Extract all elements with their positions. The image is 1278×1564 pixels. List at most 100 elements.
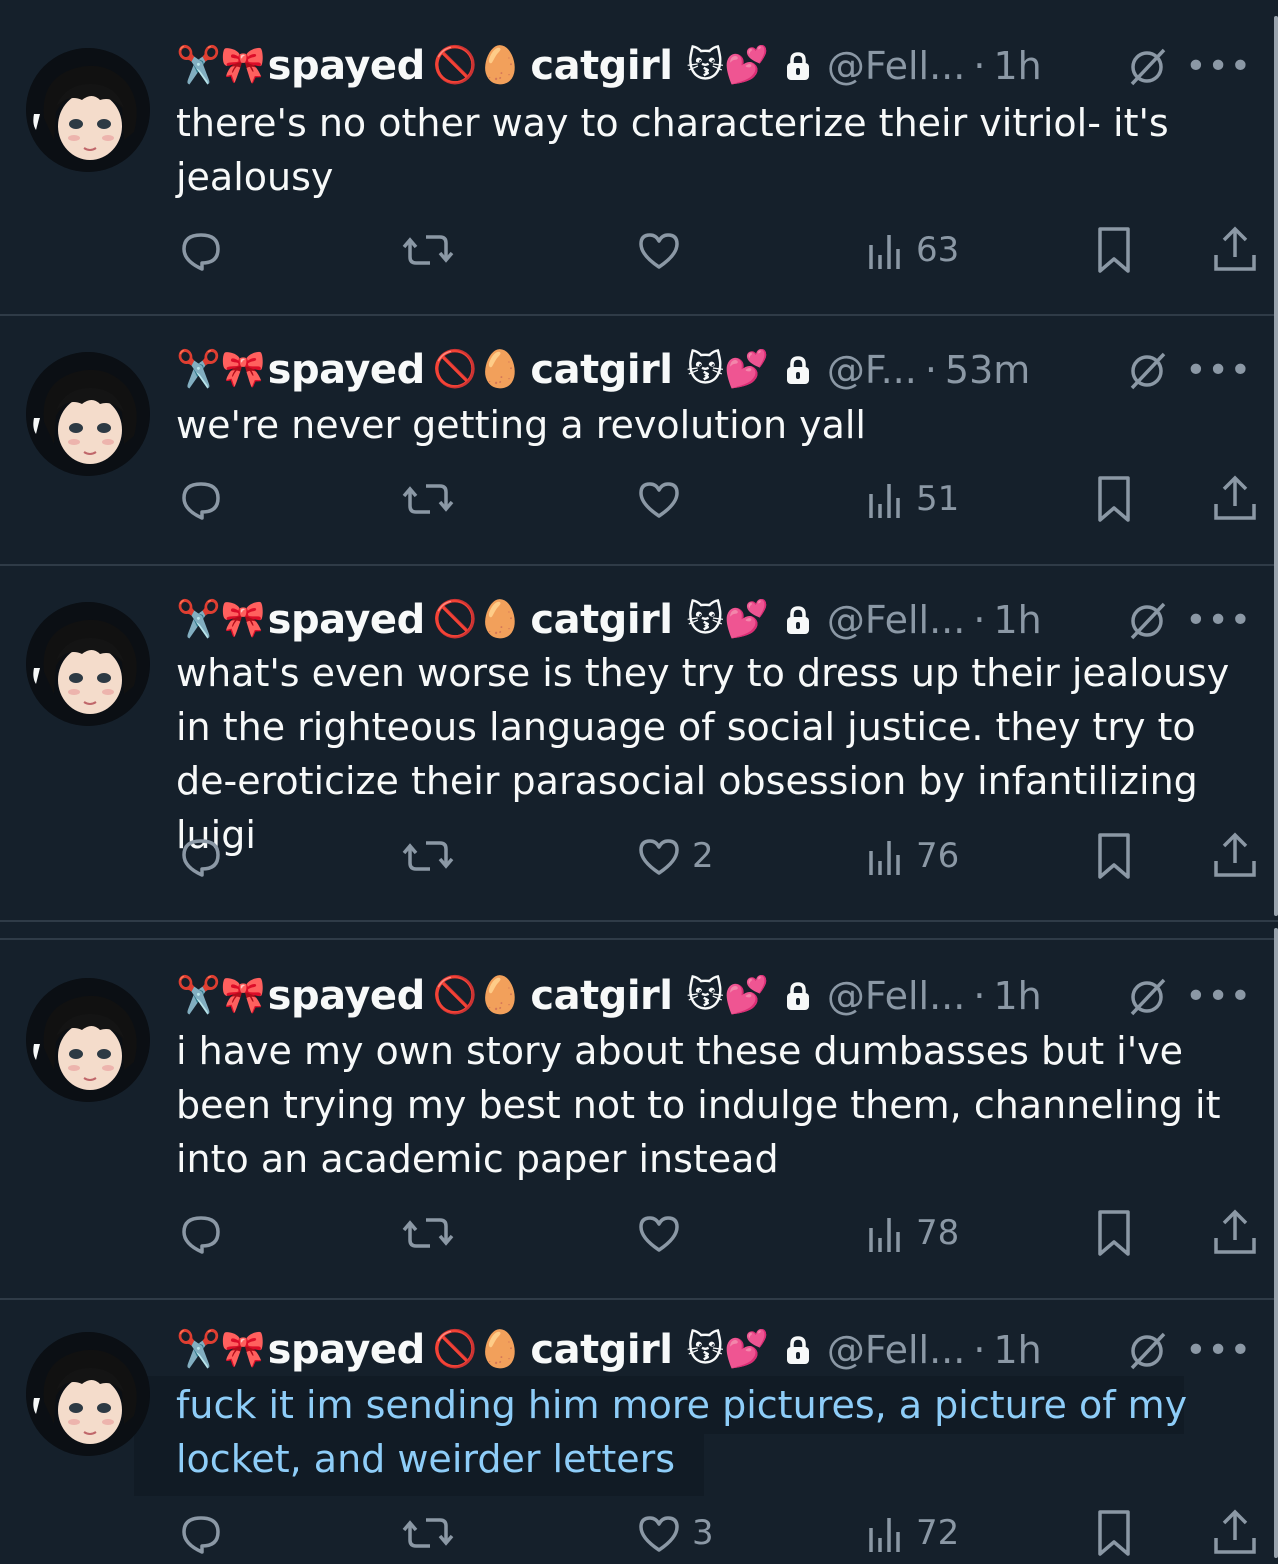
bookmark-button[interactable]: [1094, 225, 1134, 275]
name-suffix-emoji: 😽💕: [686, 975, 769, 1016]
grok-icon[interactable]: [1126, 974, 1170, 1018]
display-name-part2[interactable]: catgirl: [530, 1327, 673, 1373]
handle[interactable]: @Fell...: [827, 44, 966, 88]
share-button[interactable]: [1212, 225, 1258, 275]
reply-button[interactable]: [178, 831, 224, 881]
tweet-text[interactable]: there's no other way to characterize the…: [176, 96, 1256, 204]
bookmark-button[interactable]: [1094, 831, 1134, 881]
share-icon: [1212, 1208, 1258, 1258]
bookmark-icon: [1094, 1508, 1134, 1558]
retweet-button[interactable]: [400, 1208, 456, 1258]
tweet[interactable]: ✂️🎀 spayed 🚫🥚 catgirl 😽💕 @Fell... · 1h •…: [0, 566, 1278, 922]
timestamp[interactable]: 1h: [993, 598, 1041, 642]
grok-icon[interactable]: [1126, 44, 1170, 88]
more-icon[interactable]: •••: [1185, 46, 1252, 87]
lock-icon: [785, 355, 811, 385]
avatar[interactable]: [26, 352, 150, 476]
views-button[interactable]: 51: [866, 474, 959, 524]
tweet-text[interactable]: what's even worse is they try to dress u…: [176, 646, 1256, 862]
timestamp[interactable]: 1h: [993, 974, 1041, 1018]
scrollbar[interactable]: [1274, 16, 1278, 916]
views-button[interactable]: 76: [866, 831, 959, 881]
reply-button[interactable]: [178, 1208, 224, 1258]
share-button[interactable]: [1212, 831, 1258, 881]
display-name-part1[interactable]: spayed: [268, 1327, 426, 1373]
retweet-button[interactable]: [400, 225, 456, 275]
tweet[interactable]: ✂️🎀 spayed 🚫🥚 catgirl 😽💕 @Fell... · 1h •…: [0, 0, 1278, 316]
retweet-button[interactable]: [400, 831, 456, 881]
avatar[interactable]: [26, 978, 150, 1102]
views-button[interactable]: 63: [866, 225, 959, 275]
bookmark-icon: [1094, 225, 1134, 275]
display-name-part2[interactable]: catgirl: [530, 347, 673, 393]
retweet-button[interactable]: [400, 1508, 456, 1558]
avatar[interactable]: [26, 1332, 150, 1456]
share-button[interactable]: [1212, 1208, 1258, 1258]
handle[interactable]: @Fell...: [827, 598, 966, 642]
like-button[interactable]: 3: [636, 1508, 714, 1558]
display-name-part2[interactable]: catgirl: [530, 597, 673, 643]
views-count: 51: [916, 479, 960, 519]
reply-button[interactable]: [178, 1508, 224, 1558]
tweet[interactable]: ✂️🎀 spayed 🚫🥚 catgirl 😽💕 @Fell... · 1h •…: [0, 938, 1278, 1300]
grok-icon[interactable]: [1126, 1328, 1170, 1372]
reply-icon: [178, 476, 224, 522]
display-name-part1[interactable]: spayed: [268, 347, 426, 393]
bookmark-button[interactable]: [1094, 1508, 1134, 1558]
display-name-part1[interactable]: spayed: [268, 597, 426, 643]
name-mid-emoji: 🚫🥚: [432, 45, 523, 86]
display-name-part2[interactable]: catgirl: [530, 43, 673, 89]
avatar[interactable]: [26, 48, 150, 172]
tweet-header: ✂️🎀 spayed 🚫🥚 catgirl 😽💕 @Fell... · 1h •…: [176, 36, 1266, 96]
views-icon: [866, 833, 906, 879]
more-icon[interactable]: •••: [1185, 600, 1252, 641]
more-icon[interactable]: •••: [1185, 1330, 1252, 1371]
display-name-part2[interactable]: catgirl: [530, 973, 673, 1019]
name-mid-emoji: 🚫🥚: [432, 1329, 523, 1370]
scrollbar[interactable]: [1274, 928, 1278, 1558]
grok-icon[interactable]: [1126, 598, 1170, 642]
heart-icon: [636, 833, 682, 879]
timestamp[interactable]: 1h: [993, 1328, 1041, 1372]
retweet-icon: [400, 1210, 456, 1256]
display-name-part1[interactable]: spayed: [268, 973, 426, 1019]
handle[interactable]: @F...: [827, 348, 917, 392]
handle[interactable]: @Fell...: [827, 974, 966, 1018]
tweet[interactable]: ✂️🎀 spayed 🚫🥚 catgirl 😽💕 @Fell... · 1h •…: [0, 1298, 1278, 1564]
more-icon[interactable]: •••: [1185, 976, 1252, 1017]
more-icon[interactable]: •••: [1185, 350, 1252, 391]
views-icon: [866, 1510, 906, 1556]
tweet-actions: 51: [176, 474, 1266, 524]
reply-button[interactable]: [178, 474, 224, 524]
like-button[interactable]: [636, 225, 682, 275]
avatar[interactable]: [26, 602, 150, 726]
views-button[interactable]: 78: [866, 1208, 959, 1258]
tweet-text[interactable]: i have my own story about these dumbasse…: [176, 1024, 1256, 1186]
grok-icon[interactable]: [1126, 348, 1170, 392]
lock-icon: [785, 1335, 811, 1365]
tweet-text[interactable]: we're never getting a revolution yall: [176, 398, 1256, 452]
like-count: 2: [692, 836, 714, 876]
tweet-text[interactable]: fuck it im sending him more pictures, a …: [176, 1378, 1256, 1486]
display-name-part1[interactable]: spayed: [268, 43, 426, 89]
reply-button[interactable]: [178, 225, 224, 275]
bookmark-button[interactable]: [1094, 1208, 1134, 1258]
bookmark-button[interactable]: [1094, 474, 1134, 524]
share-button[interactable]: [1212, 1508, 1258, 1558]
heart-icon: [636, 227, 682, 273]
tweet[interactable]: ✂️🎀 spayed 🚫🥚 catgirl 😽💕 @F... · 53m •••…: [0, 316, 1278, 566]
views-button[interactable]: 72: [866, 1508, 959, 1558]
retweet-button[interactable]: [400, 474, 456, 524]
views-icon: [866, 227, 906, 273]
share-button[interactable]: [1212, 474, 1258, 524]
like-button[interactable]: 2: [636, 831, 714, 881]
like-button[interactable]: [636, 474, 682, 524]
handle[interactable]: @Fell...: [827, 1328, 966, 1372]
bookmark-icon: [1094, 474, 1134, 524]
like-button[interactable]: [636, 1208, 682, 1258]
tweet-actions: 3 72: [176, 1508, 1266, 1558]
heart-icon: [636, 476, 682, 522]
bookmark-icon: [1094, 1208, 1134, 1258]
timestamp[interactable]: 1h: [993, 44, 1041, 88]
timestamp[interactable]: 53m: [945, 348, 1030, 392]
